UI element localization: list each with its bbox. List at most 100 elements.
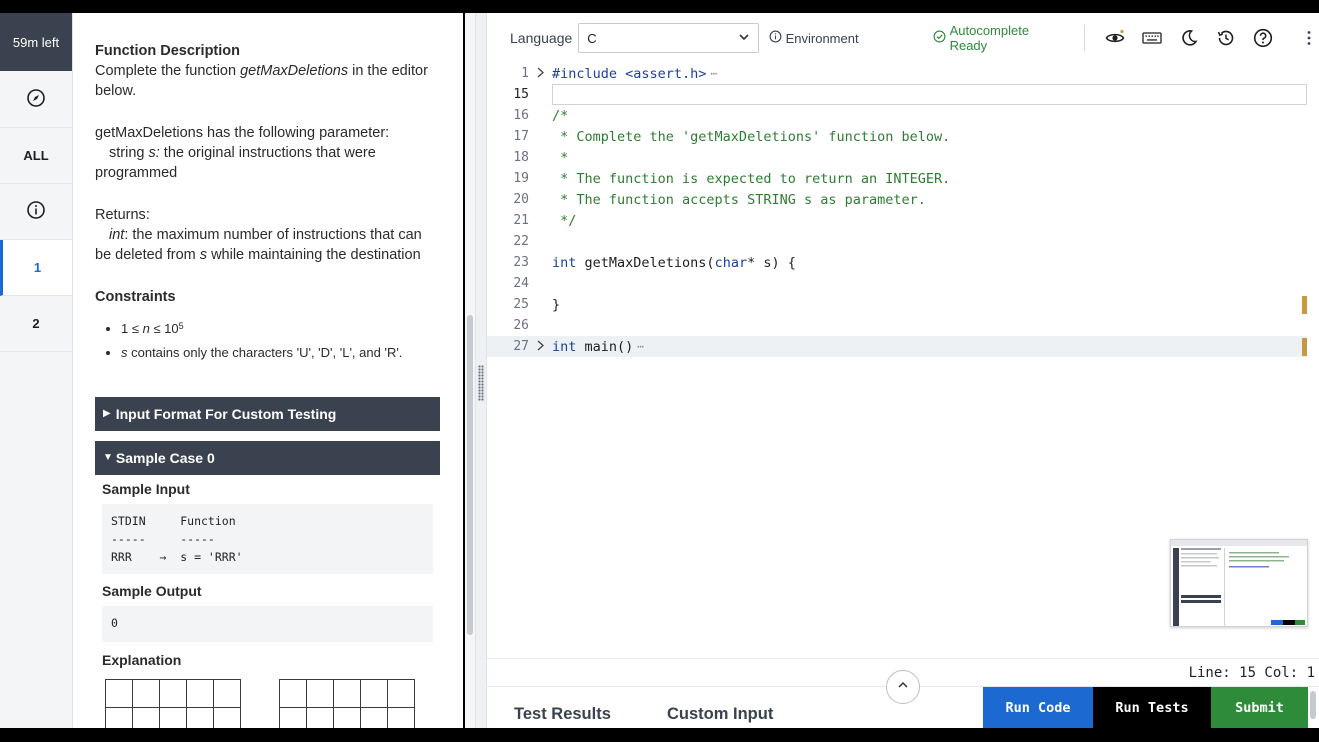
autocomplete-label: Autocomplete Ready bbox=[949, 23, 1030, 53]
c2-text: contains only the characters 'U', 'D', '… bbox=[127, 345, 403, 360]
code-text: * s) { bbox=[747, 254, 796, 271]
line-number: 20 bbox=[513, 192, 529, 207]
returns-var: s bbox=[199, 247, 208, 263]
constraint-1: 1 ≤ n ≤ 105 bbox=[121, 319, 440, 339]
rail-q2-label: 2 bbox=[32, 316, 40, 331]
problem-panel: Function Description Complete the functi… bbox=[73, 13, 463, 728]
rail-item-info[interactable] bbox=[0, 184, 72, 240]
screen-preview-thumbnail[interactable] bbox=[1170, 539, 1308, 627]
problem-scrollbar-thumb[interactable] bbox=[467, 315, 473, 635]
collapse-panel-button[interactable] bbox=[886, 670, 920, 704]
c1-var: n bbox=[142, 321, 150, 336]
bottom-black-bar bbox=[0, 728, 1319, 742]
line-number: 21 bbox=[513, 213, 529, 228]
code-line-21: 21 */ bbox=[487, 210, 1307, 231]
rail-item-question-1[interactable]: 1 bbox=[0, 240, 72, 296]
parameter-line: string s: the original instructions that… bbox=[95, 143, 440, 183]
rail-item-all[interactable]: ALL bbox=[0, 128, 72, 184]
folded-ellipsis[interactable]: ⋯ bbox=[637, 340, 644, 353]
language-select[interactable]: C bbox=[578, 23, 759, 53]
desc-pre: Complete the function bbox=[95, 63, 241, 79]
param-name: s: bbox=[148, 145, 160, 161]
toolbar-separator bbox=[1084, 25, 1085, 51]
editor-toolbar: Language C Environment Autocomplete Read… bbox=[487, 13, 1319, 63]
line-number: 26 bbox=[513, 318, 529, 333]
help-icon[interactable] bbox=[1253, 28, 1273, 48]
environment-label: Environment bbox=[785, 30, 859, 46]
keyword-int: int bbox=[552, 254, 577, 271]
environment-button[interactable]: Environment bbox=[769, 30, 859, 46]
code-line-26: 26 bbox=[487, 315, 1307, 336]
line-number: 17 bbox=[513, 129, 529, 144]
compass-icon bbox=[26, 88, 46, 111]
sample-case-accordion[interactable]: ▼ Sample Case 0 bbox=[95, 441, 440, 475]
sample-output-value: 0 bbox=[111, 616, 118, 630]
returns-desc-2: while maintaining the destination bbox=[207, 247, 421, 263]
fold-chevron-right-icon[interactable] bbox=[529, 340, 552, 354]
line-number: 19 bbox=[513, 171, 529, 186]
returns-type: int bbox=[109, 227, 125, 243]
line-number: 24 bbox=[513, 276, 529, 291]
chevron-down-icon bbox=[738, 31, 750, 46]
tab-test-results[interactable]: Test Results bbox=[514, 705, 611, 724]
c1-exp: 5 bbox=[178, 321, 184, 331]
code-text: * The function accepts STRING s as param… bbox=[552, 191, 926, 208]
fold-chevron-right-icon[interactable] bbox=[529, 67, 552, 81]
line-number: 25 bbox=[513, 297, 529, 312]
sample-input-line-2: ----- ----- bbox=[111, 532, 215, 546]
triangle-down-icon: ▼ bbox=[103, 452, 113, 463]
input-format-accordion[interactable]: ▶ Input Format For Custom Testing bbox=[95, 397, 440, 431]
code-text: * The function is expected to return an … bbox=[552, 170, 951, 187]
run-code-button[interactable]: Run Code bbox=[983, 687, 1093, 729]
constraints-heading: Constraints bbox=[95, 289, 176, 305]
keyboard-icon[interactable] bbox=[1142, 28, 1162, 48]
sample-input-label: Sample Input bbox=[102, 481, 190, 497]
submit-button[interactable]: Submit bbox=[1211, 687, 1308, 729]
param-type: string bbox=[109, 145, 149, 161]
check-circle-icon bbox=[933, 30, 946, 46]
overview-ruler-marker bbox=[1302, 296, 1307, 314]
problem-content: Function Description Complete the functi… bbox=[95, 41, 440, 728]
returns-heading: Returns: bbox=[95, 207, 150, 223]
autocomplete-status[interactable]: Autocomplete Ready bbox=[933, 23, 1068, 53]
code-line-22: 22 bbox=[487, 231, 1307, 252]
code-text: */ bbox=[552, 212, 577, 229]
keyword-int: int bbox=[552, 338, 577, 355]
code-line-1: 1 #include <assert.h> ⋯ bbox=[487, 63, 1307, 84]
language-value: C bbox=[587, 30, 597, 46]
constraints-list: 1 ≤ n ≤ 105 s contains only the characte… bbox=[121, 319, 440, 363]
explanation-grids bbox=[102, 679, 433, 728]
rail-item-compass[interactable] bbox=[0, 71, 72, 128]
language-label: Language bbox=[510, 30, 573, 46]
code-line-18: 18 * bbox=[487, 147, 1307, 168]
keyword-char: char bbox=[714, 254, 748, 271]
top-black-bar bbox=[0, 0, 1319, 13]
line-number: 1 bbox=[521, 66, 529, 81]
sample-input-line-3: RRR → s = 'RRR' bbox=[111, 550, 243, 564]
folded-ellipsis[interactable]: ⋯ bbox=[710, 67, 717, 80]
current-line-highlight bbox=[552, 84, 1307, 105]
page-scrollbar-thumb[interactable] bbox=[1310, 691, 1316, 719]
tab-custom-input[interactable]: Custom Input bbox=[667, 705, 773, 724]
function-description-text: Complete the function getMaxDeletions in… bbox=[95, 61, 440, 101]
code-line-19: 19 * The function is expected to return … bbox=[487, 168, 1307, 189]
moon-icon[interactable] bbox=[1179, 28, 1199, 48]
code-line-24: 24 bbox=[487, 273, 1307, 294]
chevron-up-icon bbox=[897, 678, 909, 696]
run-tests-button[interactable]: Run Tests bbox=[1093, 687, 1211, 729]
rail-item-question-2[interactable]: 2 bbox=[0, 296, 72, 352]
overview-ruler-marker bbox=[1302, 338, 1307, 356]
bottom-panel: Test Results Custom Input Run Code Run T… bbox=[487, 670, 1319, 729]
cursor-position-text: Line: 15 Col: 1 bbox=[1188, 664, 1315, 681]
code-line-20: 20 * The function accepts STRING s as pa… bbox=[487, 189, 1307, 210]
c1-mid: ≤ 10 bbox=[149, 321, 179, 336]
drag-handle-icon[interactable] bbox=[478, 365, 484, 401]
submit-label: Submit bbox=[1235, 700, 1284, 716]
history-icon[interactable] bbox=[1216, 28, 1236, 48]
eye-icon[interactable] bbox=[1105, 28, 1125, 48]
sample-case-label: Sample Case 0 bbox=[115, 450, 215, 466]
more-vertical-icon[interactable] bbox=[1299, 28, 1319, 48]
timer: 59m left bbox=[0, 13, 72, 71]
code-line-27: 27 int main() ⋯ bbox=[487, 336, 1307, 357]
sample-input-line-1: STDIN Function bbox=[111, 514, 236, 528]
